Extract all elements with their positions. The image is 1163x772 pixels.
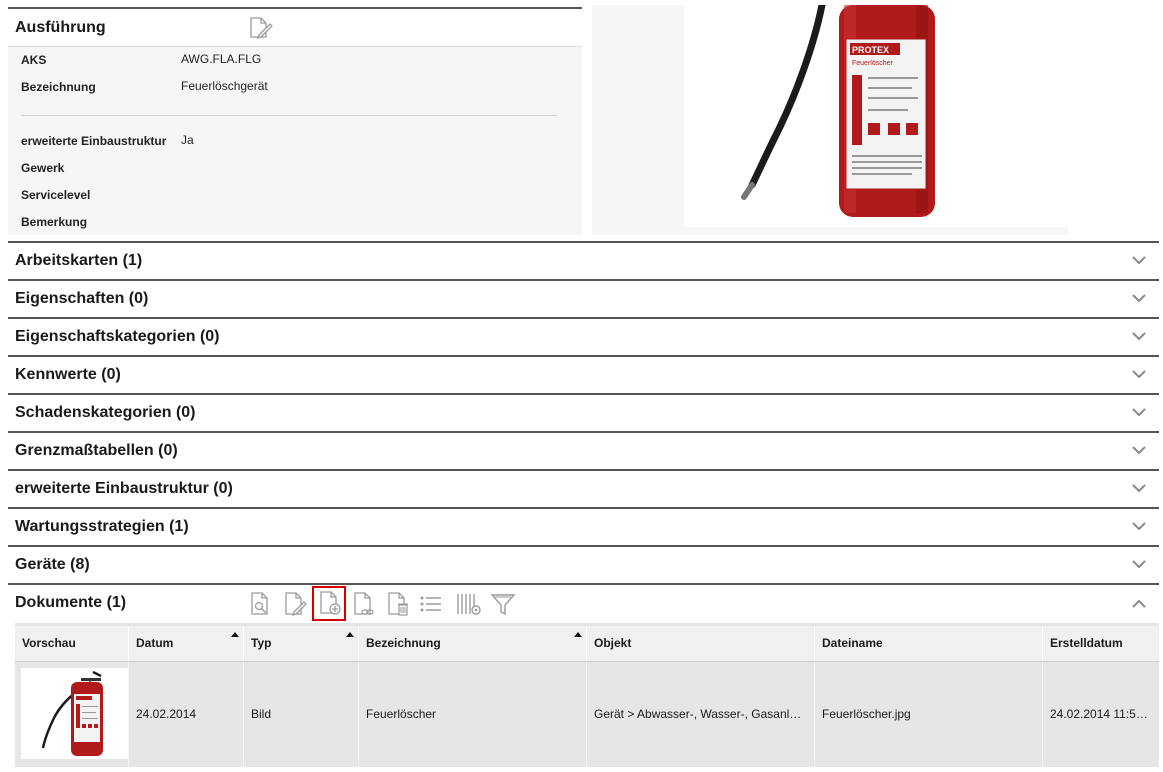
chevron-down-icon[interactable] xyxy=(1131,253,1147,267)
section-title: Wartungsstrategien (1) xyxy=(15,518,189,535)
section-arbeitskarten[interactable]: Arbeitskarten (1) xyxy=(8,241,1159,279)
column-header-dateiname[interactable]: Dateiname xyxy=(815,626,1043,661)
chevron-up-icon[interactable] xyxy=(1131,597,1147,611)
field-value-bezeichnung: Feuerlöschgerät xyxy=(181,79,268,93)
section-erweiterte-einbaustruktur[interactable]: erweiterte Einbaustruktur (0) xyxy=(8,469,1159,507)
section-title: Geräte (8) xyxy=(15,556,90,573)
cell-datum: 24.02.2014 xyxy=(129,662,244,767)
field-label-aks: AKS xyxy=(21,53,47,67)
section-grenzmasstabellen[interactable]: Grenzmaßtabellen (0) xyxy=(8,431,1159,469)
section-title: Eigenschaftskategorien (0) xyxy=(15,328,220,345)
field-label-bemerkung: Bemerkung xyxy=(21,215,88,229)
field-label-erweiterte-einbaustruktur: erweiterte Einbaustruktur xyxy=(21,134,167,148)
chevron-down-icon[interactable] xyxy=(1131,329,1147,343)
list-icon[interactable] xyxy=(417,590,445,618)
section-schadenskategorien[interactable]: Schadenskategorien (0) xyxy=(8,393,1159,431)
documents-table-header: Vorschau Datum Typ Bezeichnung Objekt Da… xyxy=(15,623,1159,661)
column-header-bezeichnung[interactable]: Bezeichnung xyxy=(359,626,587,661)
section-title: Kennwerte (0) xyxy=(15,366,121,383)
sort-ascending-icon[interactable] xyxy=(346,632,354,637)
column-settings-icon[interactable] xyxy=(455,590,483,618)
cell-vorschau xyxy=(15,662,129,767)
section-geraete[interactable]: Geräte (8) xyxy=(8,545,1159,583)
sort-ascending-icon[interactable] xyxy=(231,632,239,637)
cell-objekt: Gerät > Abwasser-, Wasser-, Gasanla… xyxy=(587,662,815,767)
execution-panel: Ausführung AKS AWG.FLA.FLG Bezeichnung F… xyxy=(8,7,582,235)
field-value-aks: AWG.FLA.FLG xyxy=(181,52,262,66)
column-header-label: Erstelldatum xyxy=(1050,636,1123,650)
chevron-down-icon[interactable] xyxy=(1131,481,1147,495)
section-title: Arbeitskarten (1) xyxy=(15,252,143,269)
sort-ascending-icon[interactable] xyxy=(574,632,582,637)
document-delete-icon[interactable] xyxy=(383,590,411,618)
field-label-bezeichnung: Bezeichnung xyxy=(21,80,96,94)
chevron-down-icon[interactable] xyxy=(1131,443,1147,457)
field-label-gewerk: Gewerk xyxy=(21,161,65,175)
column-header-objekt[interactable]: Objekt xyxy=(587,626,815,661)
field-label-servicelevel: Servicelevel xyxy=(21,188,91,202)
chevron-down-icon[interactable] xyxy=(1131,291,1147,305)
chevron-down-icon[interactable] xyxy=(1131,367,1147,381)
chevron-down-icon[interactable] xyxy=(1131,519,1147,533)
section-title: Schadenskategorien (0) xyxy=(15,404,196,421)
section-dokumente[interactable]: Dokumente (1) xyxy=(8,583,1159,623)
filter-icon[interactable] xyxy=(489,590,517,618)
document-view-icon[interactable] xyxy=(246,590,274,618)
column-header-label: Objekt xyxy=(594,636,632,650)
document-link-icon[interactable] xyxy=(349,590,377,618)
column-header-datum[interactable]: Datum xyxy=(129,626,244,661)
chevron-down-icon[interactable] xyxy=(1131,557,1147,571)
column-header-label: Bezeichnung xyxy=(366,636,441,650)
label-product: Feuerlöscher xyxy=(852,60,894,67)
column-header-label: Dateiname xyxy=(822,636,883,650)
section-title: Eigenschaften (0) xyxy=(15,290,149,307)
column-header-label: Vorschau xyxy=(22,636,76,650)
product-photo-panel: PROTEX Feuerlöscher xyxy=(592,5,1068,235)
section-title: Grenzmaßtabellen (0) xyxy=(15,442,178,459)
label-brand: PROTEX xyxy=(852,45,889,55)
section-title: erweiterte Einbaustruktur (0) xyxy=(15,480,233,497)
section-title: Dokumente (1) xyxy=(15,594,127,611)
document-add-icon[interactable] xyxy=(312,586,346,621)
section-wartungsstrategien[interactable]: Wartungsstrategien (1) xyxy=(8,507,1159,545)
column-header-label: Datum xyxy=(136,636,174,650)
column-header-label: Typ xyxy=(251,636,272,650)
execution-title: Ausführung xyxy=(15,19,106,36)
document-edit-icon[interactable] xyxy=(280,590,308,618)
edit-document-icon[interactable] xyxy=(248,16,274,40)
cell-typ: Bild xyxy=(244,662,359,767)
field-divider xyxy=(21,115,557,116)
document-thumbnail[interactable] xyxy=(21,668,128,759)
cell-dateiname: Feuerlöscher.jpg xyxy=(815,662,1043,767)
chevron-down-icon[interactable] xyxy=(1131,405,1147,419)
fire-extinguisher-photo: PROTEX Feuerlöscher xyxy=(684,5,1068,227)
cell-bezeichnung: Feuerlöscher xyxy=(359,662,587,767)
section-eigenschaften[interactable]: Eigenschaften (0) xyxy=(8,279,1159,317)
execution-header: Ausführung xyxy=(8,9,582,47)
column-header-typ[interactable]: Typ xyxy=(244,626,359,661)
section-kennwerte[interactable]: Kennwerte (0) xyxy=(8,355,1159,393)
field-value-erweiterte-einbaustruktur: Ja xyxy=(181,133,194,147)
table-row[interactable]: 24.02.2014 Bild Feuerlöscher Gerät > Abw… xyxy=(15,661,1159,767)
section-eigenschaftskategorien[interactable]: Eigenschaftskategorien (0) xyxy=(8,317,1159,355)
cell-erstelldatum: 24.02.2014 11:55… xyxy=(1050,707,1155,721)
column-header-erstelldatum[interactable]: Erstelldatum xyxy=(1043,626,1159,661)
column-header-vorschau[interactable]: Vorschau xyxy=(15,626,129,661)
